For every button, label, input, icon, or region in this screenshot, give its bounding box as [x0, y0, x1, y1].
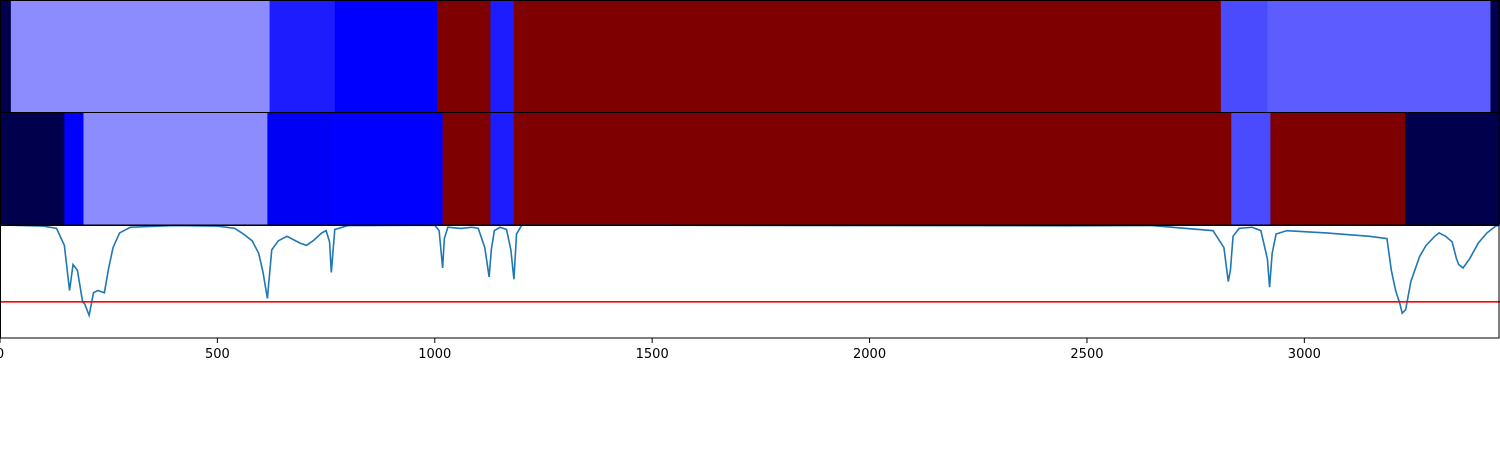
heatmap-2-segment-6: [490, 112, 515, 225]
heatmap-1-segment-4: [436, 0, 491, 112]
x-tick-label-2000: 2000: [853, 347, 886, 362]
heatmap-2-segment-5: [442, 112, 491, 225]
heatmap-2-segment-4: [330, 112, 444, 225]
heatmap-1-segment-6: [513, 0, 1222, 112]
figure: 0 500 1000 1500 2000 2500 3000: [0, 0, 1500, 450]
x-tick-label-1000: 1000: [418, 347, 451, 362]
heatmap-strip-middle: [0, 112, 1500, 225]
heatmap-1-segment-5: [490, 0, 515, 112]
x-tick-label-2500: 2500: [1070, 347, 1103, 362]
x-tick-label-1500: 1500: [636, 347, 669, 362]
heatmap-1-segment-7: [1220, 0, 1268, 112]
heatmap-1-segment-8: [1267, 0, 1491, 112]
heatmap-1-segment-3: [334, 0, 438, 112]
x-tick-label-0: 0: [0, 347, 4, 362]
heatmap-2-segment-3: [267, 112, 331, 225]
heatmap-2-segment-8: [1231, 112, 1271, 225]
heatmap-1-segment-0: [0, 0, 12, 112]
x-tick-label-3000: 3000: [1288, 347, 1321, 362]
heatmap-1-segment-1: [10, 0, 271, 112]
heatmap-strip-top: [0, 0, 1500, 112]
heatmap-2-segment-1: [64, 112, 84, 225]
heatmap-2-segment-7: [513, 112, 1232, 225]
heatmap-2-segment-9: [1270, 112, 1406, 225]
line-plot-panel: [0, 224, 1500, 338]
heatmap-2-segment-0: [0, 112, 65, 225]
heatmap-2-segment-2: [83, 112, 268, 225]
heatmap-2-segment-10: [1405, 112, 1500, 225]
heatmap-1-segment-2: [269, 0, 336, 112]
x-tick-label-500: 500: [205, 347, 230, 362]
